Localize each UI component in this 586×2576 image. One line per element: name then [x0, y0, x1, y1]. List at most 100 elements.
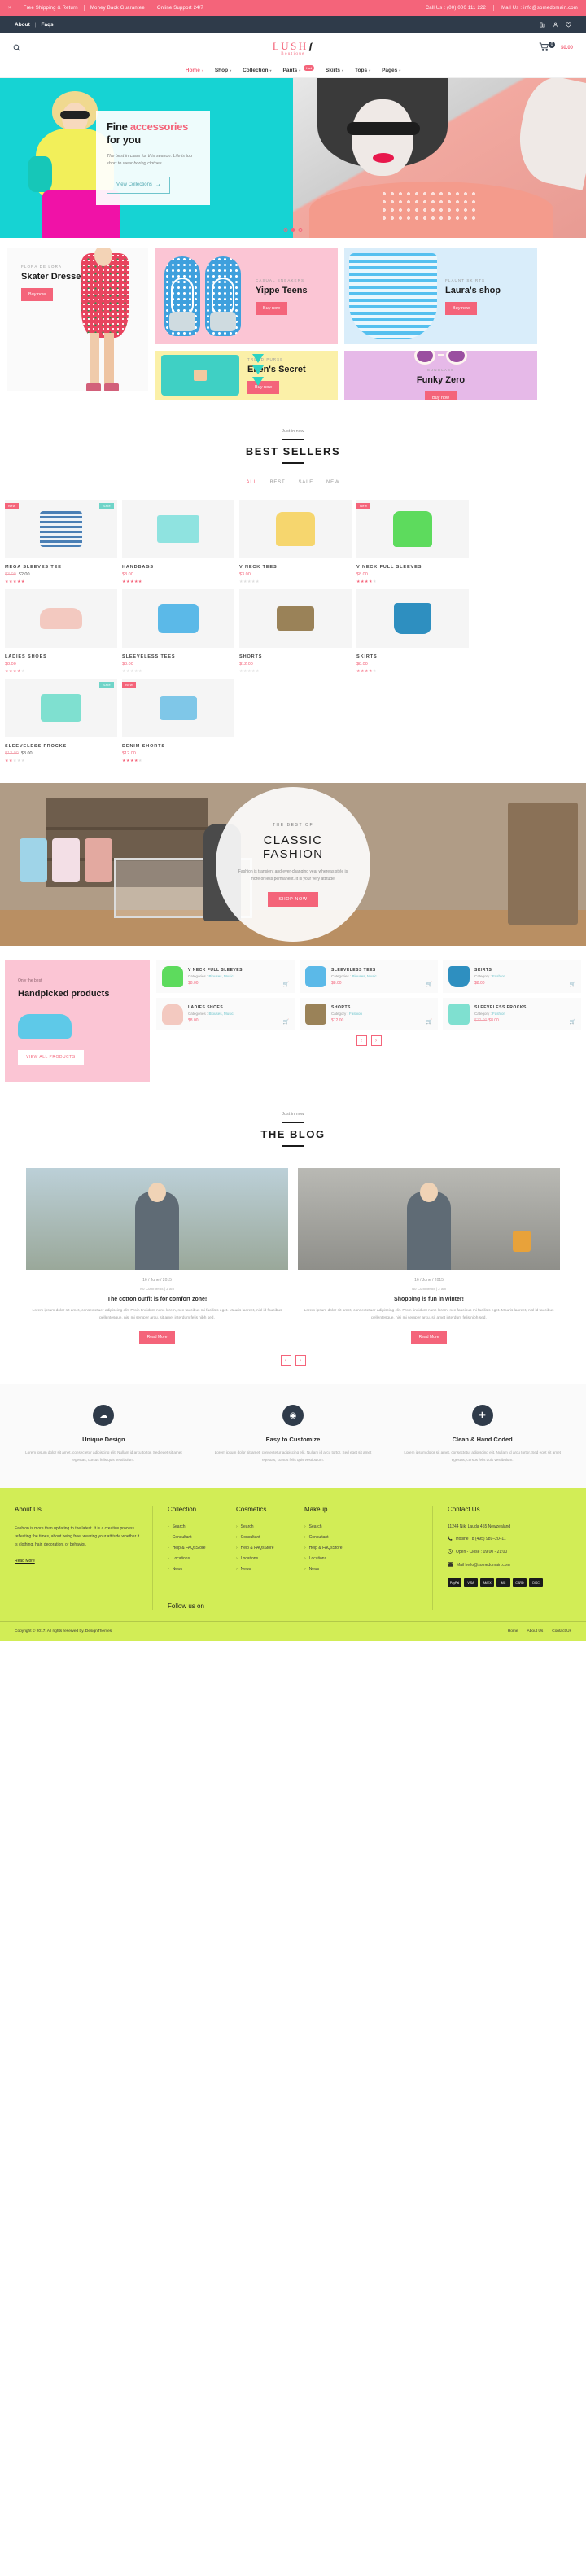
handpicked-product-card[interactable]: LADIES SHOES Categories : Blouses, Music $… — [156, 998, 295, 1030]
read-more-button[interactable]: Read More — [138, 1331, 176, 1345]
product-category: Category : Fashion — [331, 1012, 363, 1016]
footer-link[interactable]: Locations — [236, 1556, 304, 1561]
buy-now-button[interactable]: Buy now — [256, 301, 288, 315]
footer-bottom-link[interactable]: Home — [508, 1629, 518, 1634]
nav-item-pants[interactable]: Pants ▾ Hot — [283, 65, 314, 73]
add-to-cart-icon[interactable]: 🛒 — [570, 982, 575, 987]
nav-link-faqs[interactable]: Faqs — [41, 22, 53, 28]
blog-post-card[interactable]: 16 / June / 2015 No Comments | 2 am Shop… — [298, 1168, 560, 1345]
compare-icon[interactable] — [540, 22, 545, 28]
tile-lauras-shop[interactable]: FLAUNT SKIRTS Laura's shop Buy now — [344, 248, 537, 344]
product-card[interactable]: SKIRTS $8.00 ★★★★★ — [356, 589, 469, 674]
product-card[interactable]: V NECK TEES $3.00 ★★★★★ — [239, 500, 352, 584]
footer-link[interactable]: News — [168, 1567, 236, 1572]
nav-item-tops[interactable]: Tops ▾ — [355, 68, 370, 73]
footer-link[interactable]: Search — [304, 1524, 373, 1529]
product-card[interactable]: Sale SLEEVELESS FROCKS $12.00 $8.00 ★★★★★ — [5, 679, 117, 763]
footer-link[interactable]: Locations — [168, 1556, 236, 1561]
add-to-cart-icon[interactable]: 🛒 — [283, 982, 289, 987]
prev-arrow-icon[interactable]: ‹ — [356, 1035, 367, 1046]
footer-link[interactable]: Locations — [304, 1556, 373, 1561]
handpicked-product-card[interactable]: SLEEVELESS TEES Categories : Blouses, Mus… — [300, 960, 438, 993]
footer-link[interactable]: Help & FAQsStore — [304, 1546, 373, 1550]
tile-skater-dresses[interactable]: FLORA DE LORA Skater Dresses Buy now — [7, 248, 148, 391]
buy-now-button[interactable]: Buy now — [21, 288, 54, 301]
prev-arrow-icon[interactable]: ‹ — [280, 1355, 291, 1367]
handpicked-info: SLEEVELESS TEES Categories : Blouses, Mus… — [331, 968, 377, 986]
nav-label: Collection — [243, 68, 269, 73]
read-more-button[interactable]: Read More — [410, 1331, 448, 1345]
handpicked-product-card[interactable]: SKIRTS Category : Fashion $8.00 🛒 — [443, 960, 581, 993]
add-to-cart-icon[interactable]: 🛒 — [570, 1019, 575, 1025]
nav-item-collection[interactable]: Collection ▾ — [243, 68, 271, 73]
nav-item-home[interactable]: Home ▾ — [186, 68, 203, 73]
footer-link[interactable]: Search — [168, 1524, 236, 1529]
product-card[interactable]: LADIES SHOES $8.00 ★★★★★ — [5, 589, 117, 674]
footer-read-more-link[interactable]: Read More — [15, 1559, 35, 1564]
filter-new[interactable]: NEW — [326, 480, 339, 488]
nav-item-pages[interactable]: Pages ▾ — [382, 68, 400, 73]
footer-link[interactable]: Consultant — [168, 1535, 236, 1540]
next-arrow-icon[interactable]: › — [370, 1035, 382, 1046]
handpicked-product-card[interactable]: SLEEVELESS FROCKS Category : Fashion $12.0… — [443, 998, 581, 1030]
product-filter-tabs: ALL BEST SALE NEW — [0, 480, 586, 500]
payment-icon: PayPal — [448, 1578, 461, 1588]
tile-ellens-secret[interactable]: TREND PURSE Ellen's Secret Buy now — [155, 351, 338, 400]
add-to-cart-icon[interactable]: 🛒 — [426, 982, 432, 987]
product-card[interactable]: SHORTS $12.00 ★★★★★ — [239, 589, 352, 674]
footer-link[interactable]: News — [304, 1567, 373, 1572]
hero-dot[interactable] — [283, 228, 288, 232]
footer-link[interactable]: News — [236, 1567, 304, 1572]
product-card[interactable]: New DENIM SHORTS $12.00 ★★★★★ — [122, 679, 234, 763]
shop-now-button[interactable]: SHOP NOW — [268, 891, 318, 907]
hero-dot-active[interactable] — [291, 228, 295, 232]
tile-funky-zero[interactable]: SUNGLASS Funky Zero Buy now — [344, 351, 537, 400]
product-card[interactable]: New V NECK FULL SLEEVES $8.00 ★★★★★ — [356, 500, 469, 584]
buy-now-button[interactable]: Buy now — [445, 301, 478, 315]
filter-all[interactable]: ALL — [246, 480, 257, 488]
user-icon[interactable] — [553, 22, 558, 28]
banner-title: CLASSIC FASHION — [262, 833, 324, 861]
handpicked-product-card[interactable]: SHORTS Category : Fashion $12.00 🛒 — [300, 998, 438, 1030]
footer-bottom-link[interactable]: Contact Us — [552, 1629, 571, 1634]
footer-link[interactable]: Consultant — [236, 1535, 304, 1540]
filter-best[interactable]: BEST — [270, 480, 286, 488]
footer-link[interactable]: Consultant — [304, 1535, 373, 1540]
product-image — [448, 1004, 470, 1025]
product-card[interactable]: New Sale MEGA SLEEVES TEE $3.00 $2.00 ★★★★★ — [5, 500, 117, 584]
hero-dot[interactable] — [298, 228, 303, 232]
product-card[interactable]: HANDBAGS $8.00 ★★★★★ — [122, 500, 234, 584]
product-image — [162, 966, 183, 987]
nav-item-skirts[interactable]: Skirts ▾ — [326, 68, 343, 73]
nav-label: Tops — [355, 68, 368, 73]
wishlist-icon[interactable] — [566, 21, 571, 28]
product-card[interactable]: SLEEVELESS TEES $8.00 ★★★★★ — [122, 589, 234, 674]
footer-bottom-link[interactable]: About Us — [527, 1629, 544, 1634]
handpicked-row: LADIES SHOES Categories : Blouses, Music $… — [156, 998, 581, 1030]
footer-about-text: Fashion is more than updating to the lat… — [15, 1526, 140, 1548]
tile-yippe-teens[interactable]: CASUAL SNEAKERS Yippe Teens Buy now — [155, 248, 338, 344]
cart-widget[interactable]: 0 $0.00 — [539, 41, 573, 55]
blog-post-title[interactable]: The cotton outfit is for comfort zone! — [26, 1297, 288, 1302]
buy-now-button[interactable]: Buy now — [424, 391, 457, 400]
blog-post-title[interactable]: Shopping is fun in winter! — [298, 1297, 560, 1302]
tile-label: CASUAL SNEAKERS — [256, 278, 305, 282]
handpicked-product-card[interactable]: V NECK FULL SLEEVES Categories : Blouses,… — [156, 960, 295, 993]
product-price: $12.00 $8.00 — [5, 751, 33, 756]
blog-post-card[interactable]: 16 / June / 2015 No Comments | 2 am The … — [26, 1168, 288, 1345]
site-logo[interactable]: LUSHƒ Boutique — [273, 41, 313, 56]
search-icon[interactable] — [13, 41, 20, 55]
filter-sale[interactable]: SALE — [299, 480, 314, 488]
next-arrow-icon[interactable]: › — [295, 1355, 306, 1367]
view-collections-button[interactable]: View Collections ➝ — [107, 176, 170, 194]
footer-link[interactable]: Help & FAQsStore — [236, 1546, 304, 1550]
add-to-cart-icon[interactable]: 🛒 — [283, 1019, 289, 1025]
nav-item-shop[interactable]: Shop ▾ — [215, 68, 231, 73]
footer-link[interactable]: Search — [236, 1524, 304, 1529]
add-to-cart-icon[interactable]: 🛒 — [426, 1019, 432, 1025]
nav-link-about[interactable]: About — [15, 22, 30, 28]
view-all-products-button[interactable]: VIEW ALL PRODUCTS — [18, 1050, 84, 1065]
close-icon[interactable]: × — [8, 6, 11, 11]
blog-post-image — [298, 1168, 560, 1271]
footer-link[interactable]: Help & FAQsStore — [168, 1546, 236, 1550]
